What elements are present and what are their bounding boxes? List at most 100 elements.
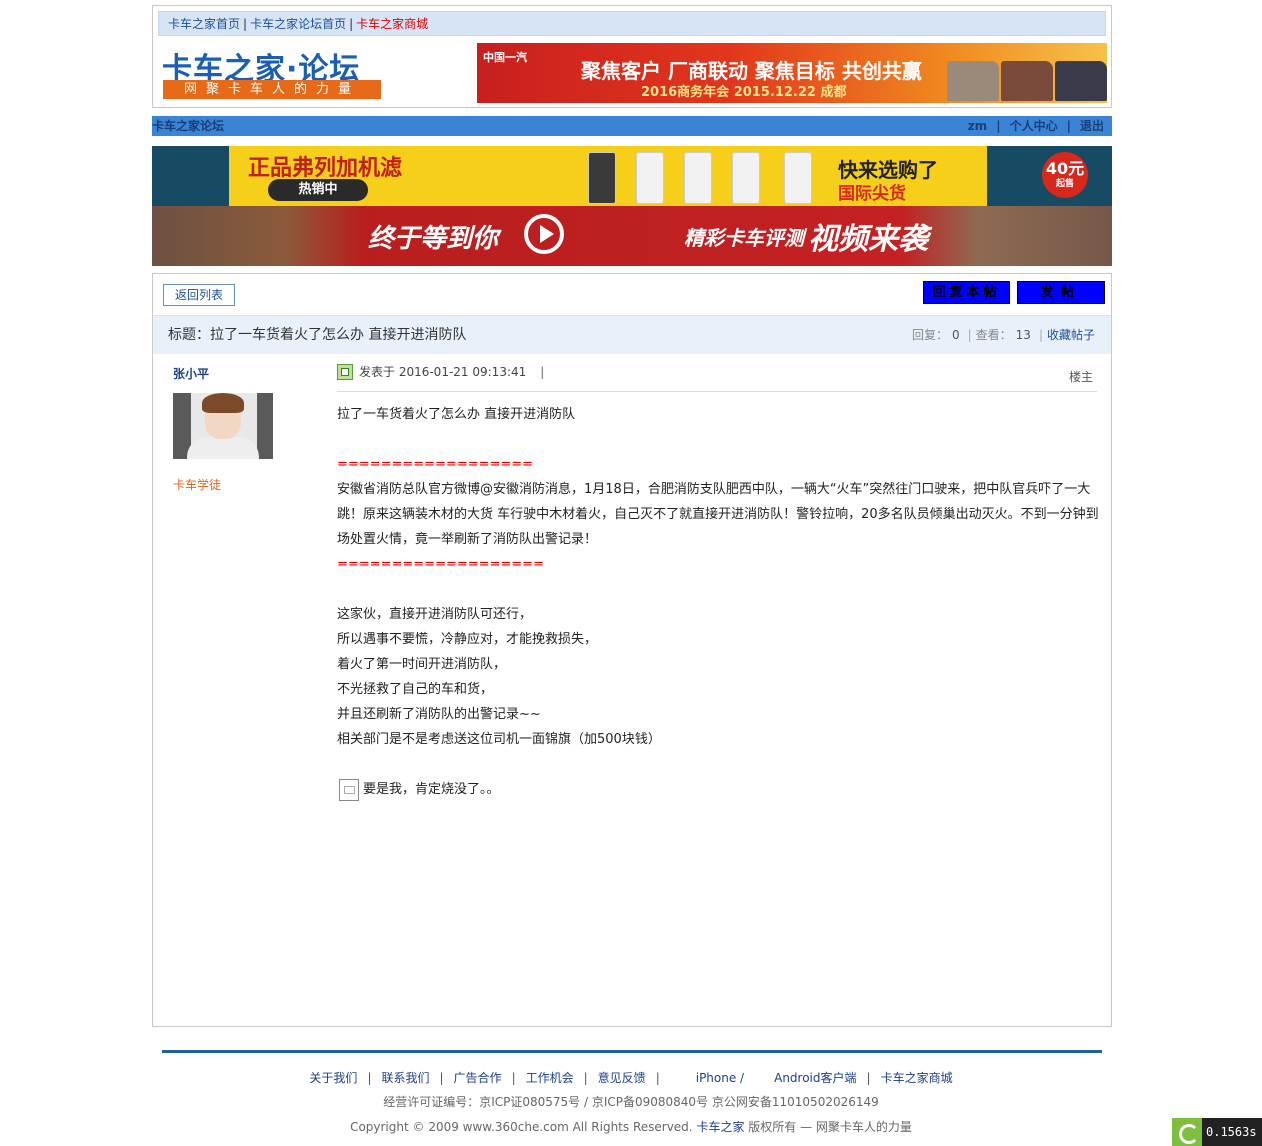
forum-name[interactable]: 卡车之家论坛 [152, 116, 224, 136]
nav-separator: | [349, 17, 354, 31]
post-header: 发表于 2016-01-21 09:13:41 | 楼主 [337, 362, 1097, 392]
reply-count: 0 [951, 328, 960, 342]
nav-separator: | [243, 17, 248, 31]
broken-image-icon[interactable] [339, 778, 359, 801]
footer-copyright: Copyright © 2009 www.360che.com All Righ… [0, 1118, 1262, 1135]
new-post-button[interactable]: 发帖 [1017, 281, 1105, 304]
copyright-text: Copyright © 2009 www.360che.com All Righ… [350, 1120, 693, 1134]
ad-headline: 正品弗列加机滤 [248, 156, 403, 181]
footer-separator: | [367, 1071, 372, 1085]
timer-logo-icon [1172, 1118, 1202, 1146]
post-divider: =================== [337, 557, 544, 572]
logout-link[interactable]: 退出 [1080, 119, 1104, 133]
footer-link-jobs[interactable]: 工作机会 [526, 1071, 574, 1085]
footer-link-iphone[interactable]: iPhone / [696, 1071, 744, 1085]
footer-separator: | [439, 1071, 444, 1085]
footer-link-ads[interactable]: 广告合作 [454, 1071, 502, 1085]
nav-link-forum[interactable]: 卡车之家论坛首页 [250, 17, 346, 31]
meta-separator: | [540, 365, 545, 379]
personal-center-link[interactable]: 个人中心 [1010, 119, 1058, 133]
footer-links: 关于我们 | 联系我们 | 广告合作 | 工作机会 | 意见反馈 | iPhone / Android… [0, 1069, 1262, 1086]
footer-divider [162, 1050, 1102, 1053]
author-rank: 卡车学徒 [173, 478, 222, 492]
footer-separator: | [866, 1071, 871, 1085]
post-gap [337, 752, 1107, 777]
copyright-brand[interactable]: 卡车之家 [696, 1120, 744, 1134]
favorite-thread-link[interactable]: 收藏帖子 [1047, 328, 1095, 342]
footer-separator: | [511, 1071, 516, 1085]
footer-link-android[interactable]: Android客户端 [774, 1071, 856, 1085]
footer-separator: | [655, 1071, 660, 1085]
post-line: 着火了第一时间开进消防队， [337, 657, 507, 672]
footer-link-contact[interactable]: 联系我们 [381, 1071, 429, 1085]
post-line-text: 要是我，肯定烧没了。。 [363, 782, 500, 797]
copyright-suffix: 版权所有 — 网聚卡车人的力量 [748, 1120, 912, 1134]
filter-product-image [732, 152, 760, 204]
back-to-list-button[interactable]: 返回列表 [163, 284, 235, 306]
ad-video-text3: 视频来袭 [808, 222, 928, 257]
filter-product-image [684, 152, 712, 204]
site-header: 卡车之家首页 | 卡车之家论坛首页 | 卡车之家商城 卡车之家·论坛 网聚卡车人的力量 … [152, 5, 1112, 108]
author-name[interactable]: 张小平 [173, 365, 209, 382]
timer-value: 0.1563s [1206, 1125, 1257, 1139]
avatar-body [187, 437, 259, 459]
stats-separator: | [1038, 328, 1043, 342]
avatar[interactable] [173, 393, 273, 459]
nav-link-mall[interactable]: 卡车之家商城 [356, 17, 428, 31]
footer-license: 经营许可证编号：京ICP证080575号 / 京ICP备09080840号 京公… [383, 1095, 879, 1109]
filter-product-image [784, 152, 812, 204]
avatar-bg [257, 393, 273, 459]
truck-image [1001, 61, 1053, 101]
logo-slogan: 网聚卡车人的力量 [163, 80, 381, 99]
price-value: 40元 [1045, 159, 1085, 178]
post-line: 不光拯救了自己的车和货， [337, 682, 494, 697]
filter-ad-banner[interactable]: 正品弗列加机滤 热销中 快来选购了 国际尖货 40元 起售 [152, 146, 1112, 206]
user-menu: zm | 个人中心 | 退出 [968, 116, 1104, 136]
load-timer-widget: 0.1563s [1172, 1118, 1262, 1146]
username-link[interactable]: zm [968, 119, 988, 133]
truck-image [1055, 61, 1107, 101]
site-logo[interactable]: 卡车之家·论坛 网聚卡车人的力量 [162, 44, 382, 102]
post-line: 拉了一车货着火了怎么办 直接开进消防队 [337, 407, 576, 422]
post-line: 相关部门是不是考虑送这位司机一面锦旗（加500块钱） [337, 732, 661, 747]
avatar-hair [202, 393, 244, 413]
reply-label: 回复： [911, 328, 948, 342]
view-label: 查看： [975, 328, 1012, 342]
filter-product-image [588, 152, 616, 204]
title-label: 标题： [168, 327, 210, 343]
post-date: 发表于 2016-01-21 09:13:41 [359, 365, 527, 379]
header-ad-banner[interactable]: 中国一汽 聚焦客户 厂商联动 聚焦目标 共创共赢 2016商务年会 2015.1… [477, 43, 1107, 103]
truck-image [947, 61, 999, 101]
post-line-with-image: 要是我，肯定烧没了。。 [337, 777, 1107, 802]
footer-link-feedback[interactable]: 意见反馈 [598, 1071, 646, 1085]
nav-link-home[interactable]: 卡车之家首页 [168, 17, 240, 31]
post-line: 并且还刷新了消防队的出警记录~~ [337, 707, 541, 722]
price-note: 起售 [1055, 179, 1074, 189]
thread-title-bar: 标题：拉了一车货着火了怎么办 直接开进消防队 回复： 0 | 查看： 13 | 收藏帖子 [153, 315, 1111, 354]
filter-product-image [636, 152, 664, 204]
footer-link-mall[interactable]: 卡车之家商城 [881, 1071, 953, 1085]
post-divider: ================== [337, 457, 534, 472]
top-nav: 卡车之家首页 | 卡车之家论坛首页 | 卡车之家商城 [158, 11, 1106, 36]
thread-stats: 回复： 0 | 查看： 13 | 收藏帖子 [912, 316, 1095, 354]
play-icon [524, 214, 564, 254]
price-badge: 40元 起售 [1042, 152, 1088, 198]
banner-subtext: 2016商务年会 2015.12.22 成都 [641, 85, 847, 100]
stats-separator: | [967, 328, 972, 342]
reply-button[interactable]: 回复本帖 [923, 281, 1010, 304]
post-line: 所以遇事不要慌，冷静应对，才能挽救损失， [337, 632, 598, 647]
banner-brand: 中国一汽 [483, 51, 527, 64]
title-text: 拉了一车货着火了怎么办 直接开进消防队 [210, 327, 467, 343]
post-line: 这家伙，直接开进消防队可还行， [337, 607, 533, 622]
ad-badge: 热销中 [268, 179, 368, 201]
ad-video-text1: 终于等到你 [368, 224, 499, 254]
footer-separator: | [583, 1071, 588, 1085]
menu-separator: | [1066, 119, 1071, 133]
post-gap [337, 427, 1107, 452]
thread-title: 标题：拉了一车货着火了怎么办 直接开进消防队 [168, 316, 466, 354]
ad-video-text2: 精彩卡车评测 [684, 226, 804, 250]
post-status-icon [337, 364, 353, 380]
video-ad-banner[interactable]: 终于等到你 精彩卡车评测 视频来袭 [152, 206, 1112, 266]
footer-link-about[interactable]: 关于我们 [309, 1071, 357, 1085]
forum-bar: 卡车之家论坛 zm | 个人中心 | 退出 [152, 116, 1112, 136]
